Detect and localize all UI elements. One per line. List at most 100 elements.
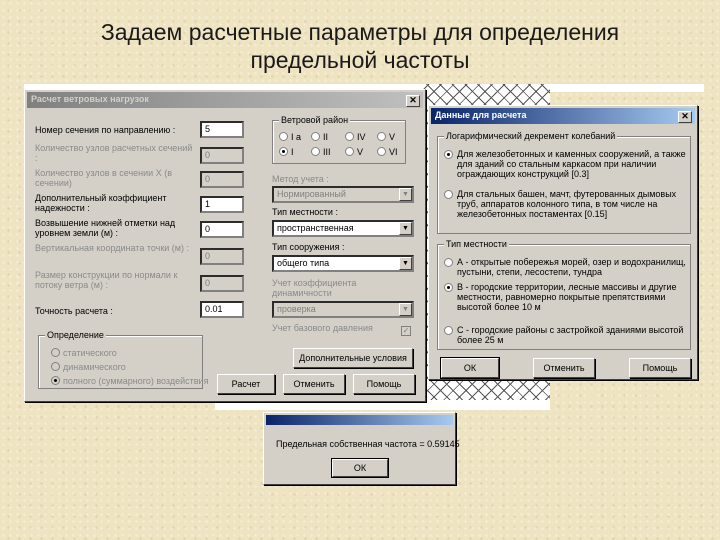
slide-title-line1: Задаем расчетные параметры для определен… [100,19,620,45]
method-select: Нормированный ▼ [272,186,414,203]
radio-dot [377,132,386,141]
result-ok-button[interactable]: ОК [331,458,389,478]
calculate-button[interactable]: Расчет [217,374,275,394]
radio-label: V [389,132,396,142]
structure-type-label: Тип сооружения : [272,242,345,252]
wind-region-radio-5b[interactable]: V [345,147,363,157]
help-button[interactable]: Помощь [353,374,415,394]
slide-title-line2: предельной частоты [250,47,470,73]
row-label-nodes-in-section: Количество узлов в сечении X (в сечении) [35,168,172,188]
wind-region-radio-5[interactable]: V [377,132,395,142]
wind-region-radio-2[interactable]: II [311,132,328,142]
row-label-nodes-count: Количество узлов расчетных сечений : [35,143,193,163]
close-icon[interactable]: ✕ [406,95,420,107]
terrain-radio-a[interactable]: А - открытые побережья морей, озер и вод… [444,257,688,277]
section-number-input[interactable]: 5 [200,121,244,138]
base-pressure-label: Учет базового давления [272,323,373,333]
radio-label: Для стальных башен, мачт, футерованных д… [457,189,677,219]
log-decrement-radio-concrete[interactable]: Для железобетонных и каменных сооружений… [444,149,688,179]
radio-label: статического [63,348,117,358]
ok-button[interactable]: ОК [440,357,500,379]
wind-region-group: Ветровой район I а II IV V I III V VI [272,115,406,164]
radio-label: I а [291,132,302,142]
radio-dot [444,190,453,199]
cancel-button[interactable]: Отменить [533,358,595,378]
radio-label: I [291,147,294,157]
calc-data-title: Данные для расчета [435,110,527,120]
row-label-structure-size: Размер конструкции по нормали к потоку в… [35,270,178,290]
radio-label: С - городские районы с застройкой здания… [457,325,684,345]
radio-label: А - открытые побережья морей, озер и вод… [457,257,686,277]
correction-label: Учет коэффициента динамичности [272,278,357,298]
close-icon[interactable]: ✕ [678,111,692,123]
cancel-button[interactable]: Отменить [283,374,345,394]
chevron-down-icon: ▼ [399,188,412,201]
reliability-factor-input[interactable]: 1 [200,196,244,213]
chevron-down-icon[interactable]: ▼ [399,222,412,235]
correction-select: проверка ▼ [272,301,414,318]
definition-title: Определение [45,330,106,340]
wind-dialog-title: Расчет ветровых нагрузок [31,94,149,104]
radio-dot [279,132,288,141]
radio-label: VI [389,147,398,157]
radio-dot [311,132,320,141]
terrain-label: Тип местности : [272,207,338,217]
terrain-type-title: Тип местности [444,239,509,249]
extra-conditions-button[interactable]: Дополнительные условия [293,348,413,368]
row-label-base-elevation: Возвышение нижней отметки над уровнем зе… [35,218,176,238]
radio-label: II [323,132,329,142]
row-label-section-number: Номер сечения по направлению : [35,125,176,135]
result-titlebar[interactable] [266,415,453,425]
nodes-count-input: 0 [200,147,244,164]
method-label: Метод учета : [272,174,329,184]
radio-dot [345,132,354,141]
calc-data-titlebar[interactable]: Данные для расчета ✕ [431,108,695,124]
radio-dot [377,147,386,156]
help-button[interactable]: Помощь [629,358,691,378]
chevron-down-icon: ▼ [399,303,412,316]
wind-region-title: Ветровой район [279,115,351,125]
radio-dot-selected [444,283,453,292]
radio-dot [444,326,453,335]
row-label-precision: Точность расчета : [35,306,113,316]
wind-region-radio-3[interactable]: III [311,147,331,157]
radio-dot-selected [51,376,60,385]
wind-region-radio-1[interactable]: I [279,147,294,157]
radio-label: динамического [63,362,126,372]
structure-type-select[interactable]: общего типа ▼ [272,255,414,272]
terrain-radio-c[interactable]: С - городские районы с застройкой здания… [444,325,688,345]
terrain-select-value: пространственная [277,223,354,233]
radio-dot [51,362,60,371]
chevron-down-icon[interactable]: ▼ [399,257,412,270]
radio-dot [444,258,453,267]
wind-region-radio-1a[interactable]: I а [279,132,301,142]
log-decrement-group: Логарифмический декремент колебаний Для … [437,131,691,234]
radio-dot-selected [279,147,288,156]
structure-type-select-value: общего типа [277,258,330,268]
slide-title: Задаем расчетные параметры для определен… [0,18,720,74]
row-label-reliability-factor: Дополнительный коэффициент надежности : [35,193,167,213]
definition-group: Определение статического динамического п… [38,330,208,389]
definition-radio-full: полного (суммарного) воздействия [51,376,208,386]
terrain-type-group: Тип местности А - открытые побережья мор… [437,239,691,350]
method-select-value: Нормированный [277,189,346,199]
radio-label: III [323,147,331,157]
precision-input[interactable]: 0.01 [200,301,244,318]
wind-dialog-titlebar[interactable]: Расчет ветровых нагрузок ✕ [27,92,423,108]
log-decrement-radio-steel[interactable]: Для стальных башен, мачт, футерованных д… [444,189,688,219]
wind-region-radio-6[interactable]: VI [377,147,398,157]
terrain-select[interactable]: пространственная ▼ [272,220,414,237]
correction-select-value: проверка [277,304,316,314]
radio-label: IV [357,132,366,142]
definition-radio-dynamic: динамического [51,362,126,372]
calc-data-dialog: Данные для расчета ✕ Логарифмический дек… [428,105,698,380]
radio-dot [311,147,320,156]
wind-region-radio-4[interactable]: IV [345,132,366,142]
structure-size-input: 0 [200,275,244,292]
radio-label: В - городские территории, лесные массивы… [457,282,677,312]
terrain-radio-b[interactable]: В - городские территории, лесные массивы… [444,282,688,312]
radio-dot [345,147,354,156]
wind-load-dialog: Расчет ветровых нагрузок ✕ Номер сечения… [24,89,426,402]
nodes-in-section-input: 0 [200,171,244,188]
base-elevation-input[interactable]: 0 [200,221,244,238]
